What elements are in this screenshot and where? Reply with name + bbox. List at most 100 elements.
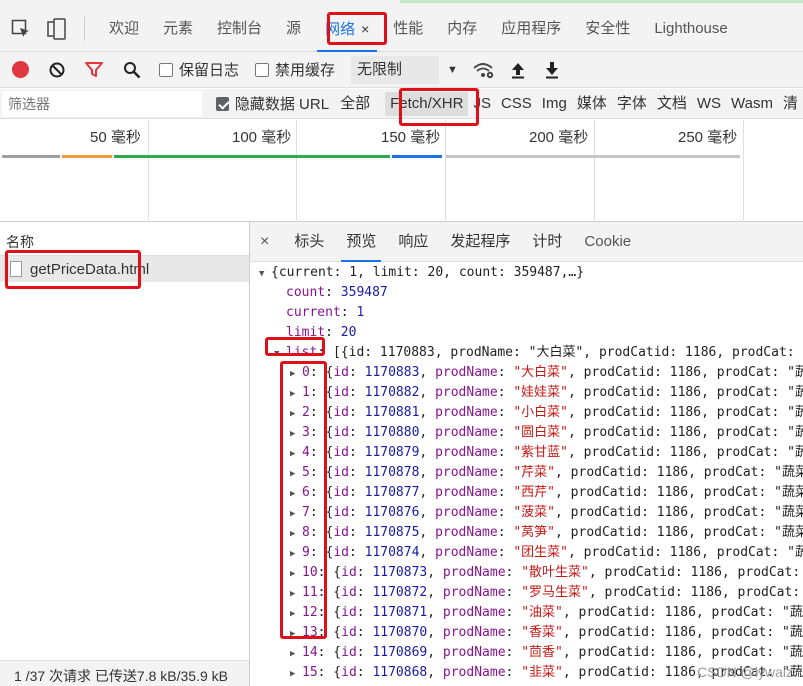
json-list-item[interactable]: ▶ 8: {id: 1170875, prodName: "莴笋", prodCa… <box>250 523 803 543</box>
tab-elements[interactable]: 元素 <box>151 6 205 52</box>
collapsed-triangle-icon[interactable]: ▶ <box>290 604 302 624</box>
filter-icon[interactable] <box>85 61 103 78</box>
collapsed-triangle-icon[interactable]: ▶ <box>290 524 302 544</box>
overview-gridline <box>594 120 595 222</box>
tab-memory[interactable]: 内存 <box>435 6 489 52</box>
json-punct: : { <box>309 445 334 460</box>
tab-timing[interactable]: 计时 <box>521 222 573 262</box>
json-item-id: 1170881 <box>364 405 420 420</box>
load-progress-strip <box>400 0 803 3</box>
filter-type-doc[interactable]: 文档 <box>652 92 692 116</box>
record-button[interactable] <box>12 61 29 78</box>
json-list-item[interactable]: ▶ 13: {id: 1170870, prodName: "香菜", prodC… <box>250 623 803 643</box>
json-list-item[interactable]: ▶ 6: {id: 1170877, prodName: "西芹", prodCa… <box>250 483 803 503</box>
json-list-row[interactable]: ▼ list: [{id: 1170883, prodName: "大白菜", p… <box>250 343 803 363</box>
json-list-item[interactable]: ▶ 7: {id: 1170876, prodName: "菠菜", prodCa… <box>250 503 803 523</box>
collapsed-triangle-icon[interactable]: ▶ <box>290 504 302 524</box>
overview-tick-label: 150 毫秒 <box>381 129 441 146</box>
tab-network[interactable]: 网络 × <box>313 6 381 52</box>
collapsed-triangle-icon[interactable]: ▶ <box>290 644 302 664</box>
network-overview[interactable]: 50 毫秒 100 毫秒 150 毫秒 200 毫秒 250 毫秒 <box>0 120 803 222</box>
json-item-index: 1 <box>302 385 310 400</box>
filter-type-js[interactable]: JS <box>468 92 496 116</box>
collapsed-triangle-icon[interactable]: ▶ <box>290 444 302 464</box>
json-key: current <box>286 305 341 320</box>
tab-welcome[interactable]: 欢迎 <box>97 6 151 52</box>
filter-type-fetch-xhr[interactable]: Fetch/XHR <box>385 91 469 116</box>
collapsed-triangle-icon[interactable]: ▶ <box>290 484 302 504</box>
collapsed-triangle-icon[interactable]: ▶ <box>290 544 302 564</box>
json-key: prodName <box>442 665 506 680</box>
json-root-row[interactable]: ▼ {current: 1, limit: 20, count: 359487,…… <box>250 263 803 283</box>
device-toolbar-icon[interactable] <box>46 17 68 40</box>
collapsed-triangle-icon[interactable]: ▶ <box>290 384 302 404</box>
filter-type-css[interactable]: CSS <box>496 92 537 116</box>
expanded-triangle-icon[interactable]: ▼ <box>274 344 286 364</box>
json-item-id: 1170882 <box>364 385 420 400</box>
json-list-item[interactable]: ▶ 12: {id: 1170871, prodName: "油菜", prodC… <box>250 603 803 623</box>
clear-icon[interactable] <box>49 62 65 78</box>
tab-console[interactable]: 控制台 <box>205 6 274 52</box>
json-punct: , <box>419 545 436 560</box>
json-list-item[interactable]: ▶ 11: {id: 1170872, prodName: "罗马生菜", pro… <box>250 583 803 603</box>
collapsed-triangle-icon[interactable]: ▶ <box>290 624 302 644</box>
filter-type-ws[interactable]: WS <box>692 92 726 116</box>
tab-lighthouse[interactable]: Lighthouse <box>642 6 739 52</box>
collapsed-triangle-icon[interactable]: ▶ <box>290 464 302 484</box>
json-item-id: 1170868 <box>372 665 428 680</box>
name-column-header[interactable]: 名称 <box>0 222 249 256</box>
collapsed-triangle-icon[interactable]: ▶ <box>290 664 302 684</box>
inspect-element-icon[interactable] <box>10 18 32 40</box>
network-conditions-icon[interactable] <box>472 61 494 79</box>
tab-sources[interactable]: 源 <box>274 6 313 52</box>
collapsed-triangle-icon[interactable]: ▶ <box>290 364 302 384</box>
json-punct: : <box>497 485 514 500</box>
disable-cache-checkbox[interactable] <box>255 62 270 77</box>
json-field-row: current: 1 <box>286 305 365 320</box>
json-item-rest: , prodCatid: 1186, prodCat: "蔬菜",…} <box>555 465 803 480</box>
upload-icon[interactable] <box>510 61 526 79</box>
json-list-item[interactable]: ▶ 9: {id: 1170874, prodName: "团生菜", prodC… <box>250 543 803 563</box>
filter-input[interactable] <box>2 90 202 117</box>
filter-type-manifest[interactable]: 清 <box>778 92 803 116</box>
filter-type-font[interactable]: 字体 <box>612 92 652 116</box>
close-icon[interactable]: × <box>361 21 369 37</box>
json-list-item[interactable]: ▶ 10: {id: 1170873, prodName: "散叶生菜", pro… <box>250 563 803 583</box>
tab-performance[interactable]: 性能 <box>381 6 435 52</box>
filter-type-all[interactable]: 全部 <box>335 92 375 116</box>
json-list-item[interactable]: ▶ 0: {id: 1170883, prodName: "大白菜", prodC… <box>250 363 803 383</box>
expanded-triangle-icon[interactable]: ▼ <box>259 264 271 284</box>
filter-type-wasm[interactable]: Wasm <box>726 92 778 116</box>
preserve-log-checkbox[interactable] <box>159 62 173 77</box>
throttling-select[interactable]: 无限制 <box>351 55 440 84</box>
json-list-item[interactable]: ▶ 1: {id: 1170882, prodName: "娃娃菜", prodC… <box>250 383 803 403</box>
collapsed-triangle-icon[interactable]: ▶ <box>290 564 302 584</box>
tab-security[interactable]: 安全性 <box>573 6 642 52</box>
tab-cookies[interactable]: Cookie <box>573 222 642 262</box>
json-item-index: 13 <box>302 625 318 640</box>
tab-application[interactable]: 应用程序 <box>489 6 573 52</box>
tab-headers[interactable]: 标头 <box>283 222 335 262</box>
filter-type-media[interactable]: 媒体 <box>572 92 612 116</box>
json-list-item[interactable]: ▶ 3: {id: 1170880, prodName: "圆白菜", prodC… <box>250 423 803 443</box>
collapsed-triangle-icon[interactable]: ▶ <box>290 424 302 444</box>
close-icon[interactable]: × <box>260 233 269 251</box>
json-punct: : <box>356 605 373 620</box>
collapsed-triangle-icon[interactable]: ▶ <box>290 404 302 424</box>
collapsed-triangle-icon[interactable]: ▶ <box>290 584 302 604</box>
chevron-down-icon[interactable]: ▼ <box>447 64 458 76</box>
tab-preview[interactable]: 预览 <box>335 222 387 262</box>
json-list-item[interactable]: ▶ 4: {id: 1170879, prodName: "紫甘蓝", prodC… <box>250 443 803 463</box>
json-list-item[interactable]: ▶ 5: {id: 1170878, prodName: "芹菜", prodCa… <box>250 463 803 483</box>
request-row[interactable]: getPriceData.html <box>0 256 249 282</box>
filter-type-img[interactable]: Img <box>537 92 572 116</box>
tab-response[interactable]: 响应 <box>387 222 439 262</box>
json-punct: , <box>419 425 436 440</box>
hide-data-urls-checkbox[interactable] <box>215 96 229 111</box>
json-punct: : { <box>309 545 334 560</box>
json-list-item[interactable]: ▶ 2: {id: 1170881, prodName: "小白菜", prodC… <box>250 403 803 423</box>
download-icon[interactable] <box>544 61 560 79</box>
search-icon[interactable] <box>123 61 141 79</box>
json-list-item[interactable]: ▶ 14: {id: 1170869, prodName: "茴香", prodC… <box>250 643 803 663</box>
tab-initiator[interactable]: 发起程序 <box>439 222 521 262</box>
